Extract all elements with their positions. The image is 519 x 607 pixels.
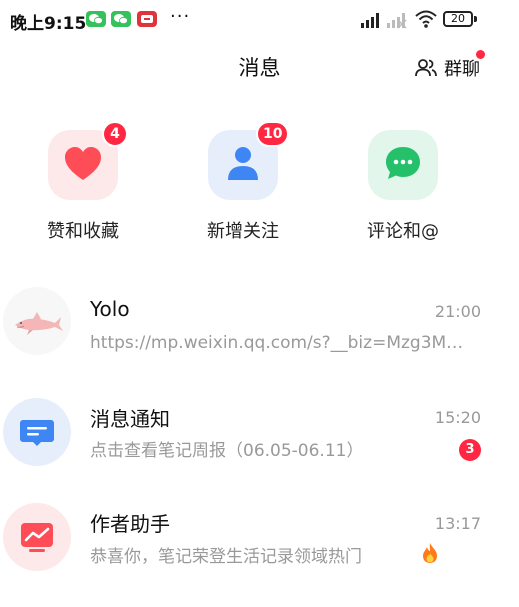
conversation-preview: 点击查看笔记周报（06.05-06.11） xyxy=(90,441,364,461)
conversation-name: 消息通知 xyxy=(90,407,170,431)
conversation-creator-assistant[interactable]: 作者助手 13:17 恭喜你，笔记荣登生活记录领域热门 xyxy=(0,490,519,586)
battery-tip xyxy=(474,16,477,22)
signal-off-icon xyxy=(387,13,407,29)
unread-dot xyxy=(476,50,485,59)
group-chat-label: 群聊 xyxy=(444,59,480,80)
conversation-yolo[interactable]: Yolo 21:00 https://mp.weixin.qq.com/s?__… xyxy=(0,277,519,373)
comments-and-mentions-label: 评论和@ xyxy=(367,221,439,242)
followers-badge: 10 xyxy=(256,121,290,147)
shark-avatar xyxy=(3,287,71,355)
likes-and-favorites-button[interactable]: 4 xyxy=(48,121,128,200)
battery-icon: 20 xyxy=(443,11,473,27)
conversation-name: Yolo xyxy=(90,297,130,321)
wifi-icon xyxy=(415,10,437,28)
likes-badge: 4 xyxy=(102,121,128,147)
conversation-notifications[interactable]: 消息通知 15:20 点击查看笔记周报（06.05-06.11） 3 xyxy=(0,384,519,480)
app-notification-icon xyxy=(137,11,157,27)
signal-icon xyxy=(361,13,379,28)
new-followers-button[interactable]: 10 xyxy=(208,121,290,200)
notification-icon xyxy=(3,398,71,466)
likes-and-favorites-label: 赞和收藏 xyxy=(47,221,119,242)
fire-icon xyxy=(423,543,437,563)
status-bar: 晚上9:15 ··· 20 xyxy=(0,0,519,40)
page-title: 消息 xyxy=(238,56,281,80)
conversation-time: 15:20 xyxy=(434,408,481,427)
unread-count-badge: 3 xyxy=(459,439,481,461)
new-followers-label: 新增关注 xyxy=(207,221,279,242)
conversation-preview: 恭喜你，笔记荣登生活记录领域热门 xyxy=(90,547,362,567)
more-notifications-icon: ··· xyxy=(170,6,191,27)
conversation-time: 13:17 xyxy=(434,514,481,533)
wechat-icon xyxy=(86,11,106,27)
trend-chart-icon xyxy=(3,503,71,571)
conversation-time: 21:00 xyxy=(434,302,481,321)
conversation-preview: https://mp.weixin.qq.com/s?__biz=Mzg3M… xyxy=(90,333,464,353)
conversation-name: 作者助手 xyxy=(90,512,170,536)
group-chat-icon xyxy=(415,59,437,77)
comments-and-mentions-button[interactable] xyxy=(368,130,438,200)
comment-icon xyxy=(386,147,420,179)
status-time: 晚上9:15 xyxy=(10,14,87,34)
wechat-icon xyxy=(111,11,131,27)
